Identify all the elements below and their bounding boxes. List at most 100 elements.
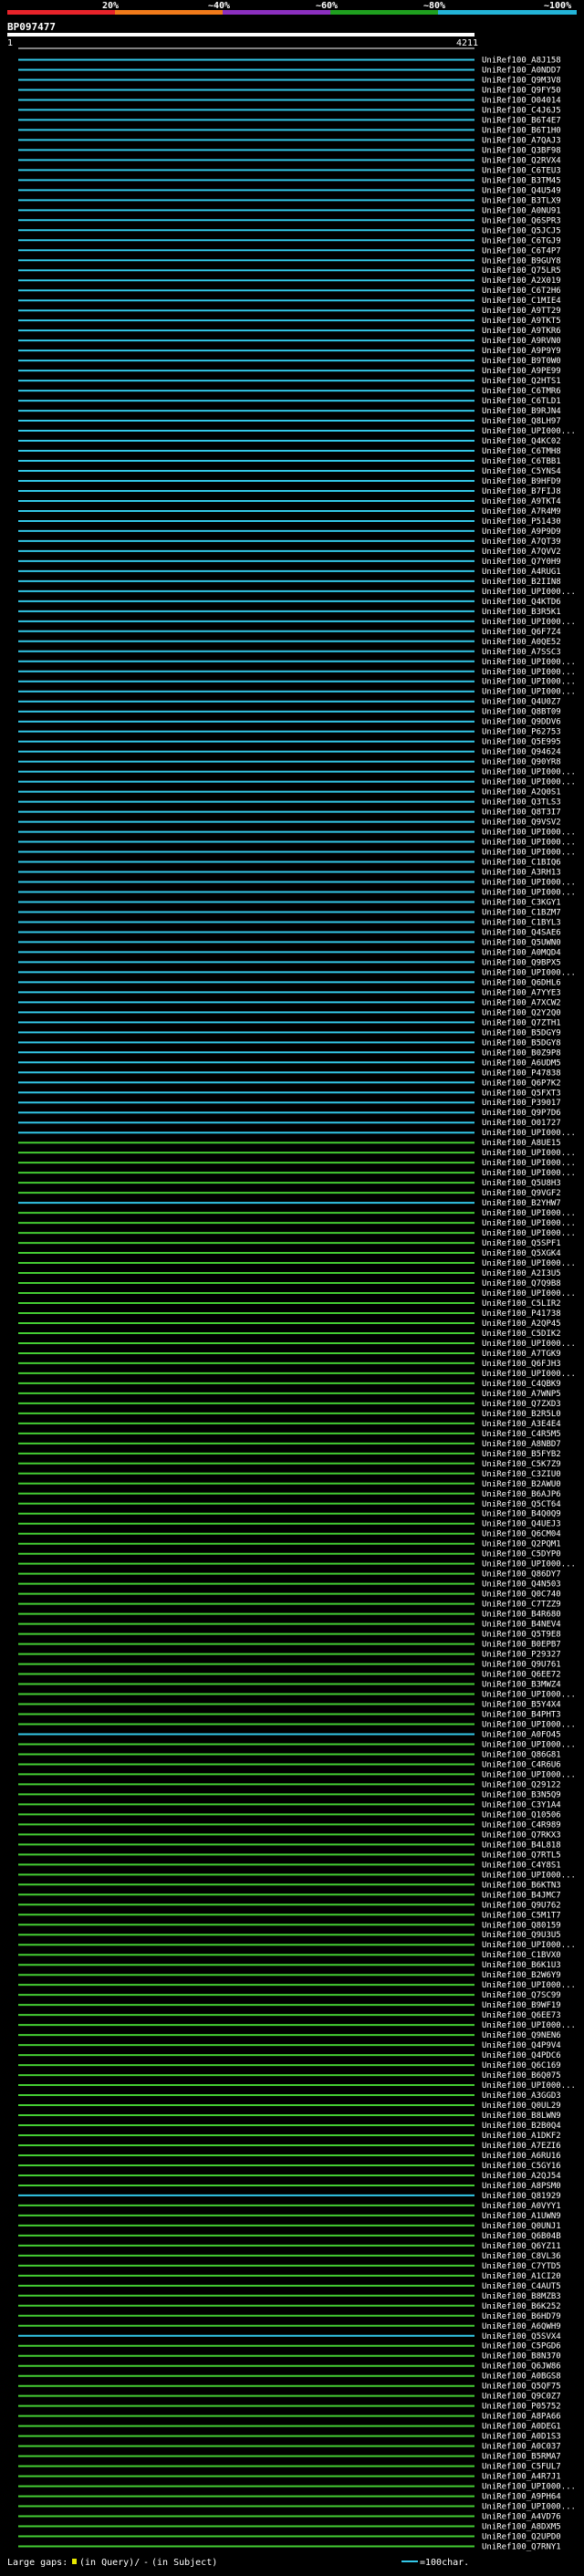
hit-label[interactable]: UniRef100_Q9NEN6	[482, 2031, 561, 2040]
hit-label[interactable]: UniRef100_Q7RNY1	[482, 2543, 561, 2552]
hit-label[interactable]: UniRef100_Q2Y2Q0	[482, 1008, 561, 1017]
hit-label[interactable]: UniRef100_A1CI20	[482, 2272, 561, 2281]
hit-label[interactable]: UniRef100_A2I3U5	[482, 1269, 561, 1278]
hit-label[interactable]: UniRef100_Q9BPX5	[482, 958, 561, 967]
hit-label[interactable]: UniRef100_A9PE99	[482, 367, 561, 376]
hit-label[interactable]: UniRef100_UPI000...	[482, 1770, 576, 1779]
hit-label[interactable]: UniRef100_P29327	[482, 1651, 561, 1660]
hit-label[interactable]: UniRef100_C5FUL7	[482, 2463, 561, 2472]
hit-label[interactable]: UniRef100_B9T0W0	[482, 357, 561, 366]
hit-label[interactable]: UniRef100_Q2UPD0	[482, 2533, 561, 2542]
hit-label[interactable]: UniRef100_Q8LH97	[482, 417, 561, 426]
hit-label[interactable]: UniRef100_A0D1S3	[482, 2433, 561, 2442]
hit-label[interactable]: UniRef100_UPI000...	[482, 849, 576, 858]
hit-label[interactable]: UniRef100_UPI000...	[482, 1259, 576, 1268]
hit-label[interactable]: UniRef100_Q9M3V8	[482, 76, 561, 85]
hit-label[interactable]: UniRef100_B3N5Q9	[482, 1790, 561, 1799]
hit-label[interactable]: UniRef100_A3E4E4	[482, 1420, 561, 1429]
hit-label[interactable]: UniRef100_A3GGD3	[482, 2091, 561, 2101]
hit-label[interactable]: UniRef100_C5DYP0	[482, 1550, 561, 1559]
hit-label[interactable]: UniRef100_B5FYB2	[482, 1450, 561, 1459]
hit-label[interactable]: UniRef100_C6TMH8	[482, 447, 561, 456]
hit-label[interactable]: UniRef100_B5Y4X4	[482, 1701, 561, 1710]
hit-label[interactable]: UniRef100_A1UWN9	[482, 2212, 561, 2221]
hit-label[interactable]: UniRef100_UPI000...	[482, 618, 576, 627]
hit-label[interactable]: UniRef100_A7QT39	[482, 537, 561, 547]
hit-label[interactable]: UniRef100_B2YHW7	[482, 1199, 561, 1208]
hit-label[interactable]: UniRef100_C6TEU3	[482, 166, 561, 175]
hit-label[interactable]: UniRef100_A7QAJ3	[482, 136, 561, 145]
hit-label[interactable]: UniRef100_UPI000...	[482, 888, 576, 897]
hit-label[interactable]: UniRef100_B0Z9P8	[482, 1048, 561, 1058]
hit-label[interactable]: UniRef100_A2QJ54	[482, 2172, 561, 2181]
hit-label[interactable]: UniRef100_Q2RVX4	[482, 156, 561, 165]
hit-label[interactable]: UniRef100_A3RH13	[482, 869, 561, 878]
hit-label[interactable]: UniRef100_Q6P7K2	[482, 1079, 561, 1088]
hit-label[interactable]: UniRef100_A1DKF2	[482, 2132, 561, 2141]
hit-label[interactable]: UniRef100_Q4PDC6	[482, 2051, 561, 2060]
hit-label[interactable]: UniRef100_B9GUY8	[482, 256, 561, 266]
hit-label[interactable]: UniRef100_Q86DY7	[482, 1570, 561, 1580]
hit-label[interactable]: UniRef100_A0C037	[482, 2443, 561, 2452]
hit-label[interactable]: UniRef100_UPI000...	[482, 688, 576, 697]
hit-label[interactable]: UniRef100_B2B0Q4	[482, 2122, 561, 2131]
hit-label[interactable]: UniRef100_Q9U3U5	[482, 1931, 561, 1940]
hit-label[interactable]: UniRef100_UPI000...	[482, 2081, 576, 2091]
hit-label[interactable]: UniRef100_C5LIR2	[482, 1299, 561, 1309]
hit-label[interactable]: UniRef100_P62753	[482, 728, 561, 737]
hit-label[interactable]: UniRef100_C1BIQ6	[482, 859, 561, 868]
hit-label[interactable]: UniRef100_C6TGJ9	[482, 236, 561, 245]
hit-label[interactable]: UniRef100_C5YNS4	[482, 467, 561, 476]
hit-label[interactable]: UniRef100_A8DXM5	[482, 2523, 561, 2532]
hit-label[interactable]: UniRef100_B3TLX9	[482, 196, 561, 205]
hit-label[interactable]: UniRef100_Q3BF98	[482, 146, 561, 155]
hit-label[interactable]: UniRef100_Q5E995	[482, 738, 561, 747]
hit-label[interactable]: UniRef100_A6UDM5	[482, 1059, 561, 1068]
hit-label[interactable]: UniRef100_A4R7J1	[482, 2473, 561, 2482]
hit-label[interactable]: UniRef100_B5RMA7	[482, 2453, 561, 2462]
hit-label[interactable]: UniRef100_UPI000...	[482, 778, 576, 787]
hit-label[interactable]: UniRef100_B2AWU0	[482, 1480, 561, 1489]
hit-label[interactable]: UniRef100_Q29122	[482, 1780, 561, 1789]
hit-label[interactable]: UniRef100_UPI000...	[482, 1219, 576, 1228]
hit-label[interactable]: UniRef100_A8PSM0	[482, 2182, 561, 2191]
hit-label[interactable]: UniRef100_C5DIK2	[482, 1330, 561, 1339]
hit-label[interactable]: UniRef100_C5PGD6	[482, 2342, 561, 2352]
hit-label[interactable]: UniRef100_UPI000...	[482, 668, 576, 677]
hit-label[interactable]: UniRef100_A8J158	[482, 56, 561, 65]
hit-label[interactable]: UniRef100_B6K252	[482, 2302, 561, 2311]
hit-label[interactable]: UniRef100_Q9U761	[482, 1661, 561, 1670]
hit-label[interactable]: UniRef100_Q3TLS3	[482, 798, 561, 808]
hit-label[interactable]: UniRef100_Q10506	[482, 1810, 561, 1820]
hit-label[interactable]: UniRef100_Q6C169	[482, 2061, 561, 2070]
hit-label[interactable]: UniRef100_A9P9D9	[482, 527, 561, 537]
hit-label[interactable]: UniRef100_B9HFD9	[482, 477, 561, 486]
hit-label[interactable]: UniRef100_Q4N503	[482, 1580, 561, 1590]
hit-label[interactable]: UniRef100_UPI000...	[482, 1740, 576, 1749]
hit-label[interactable]: UniRef100_UPI000...	[482, 588, 576, 597]
hit-label[interactable]: UniRef100_B9RJN4	[482, 407, 561, 416]
hit-label[interactable]: UniRef100_P39017	[482, 1099, 561, 1108]
hit-label[interactable]: UniRef100_A7QVV2	[482, 548, 561, 557]
hit-label[interactable]: UniRef100_B8N370	[482, 2352, 561, 2362]
hit-label[interactable]: UniRef100_UPI000...	[482, 678, 576, 687]
hit-label[interactable]: UniRef100_UPI000...	[482, 1129, 576, 1138]
hit-label[interactable]: UniRef100_Q6B04B	[482, 2232, 561, 2241]
hit-label[interactable]: UniRef100_B6AJP6	[482, 1490, 561, 1499]
hit-label[interactable]: UniRef100_A7YYE3	[482, 988, 561, 997]
hit-label[interactable]: UniRef100_B4NEV4	[482, 1621, 561, 1630]
hit-label[interactable]: UniRef100_Q6JW86	[482, 2362, 561, 2372]
hit-label[interactable]: UniRef100_Q8T3I7	[482, 808, 561, 818]
hit-label[interactable]: UniRef100_P51430	[482, 517, 561, 527]
hit-label[interactable]: UniRef100_C1BVX0	[482, 1951, 561, 1960]
hit-label[interactable]: UniRef100_B4R680	[482, 1611, 561, 1620]
hit-label[interactable]: UniRef100_A9TKR6	[482, 327, 561, 336]
hit-label[interactable]: UniRef100_A9TKT4	[482, 497, 561, 506]
hit-label[interactable]: UniRef100_UPI000...	[482, 1149, 576, 1158]
hit-label[interactable]: UniRef100_UPI000...	[482, 2483, 576, 2492]
hit-label[interactable]: UniRef100_A0NU91	[482, 206, 561, 215]
hit-label[interactable]: UniRef100_B6KTN3	[482, 1881, 561, 1890]
hit-label[interactable]: UniRef100_A0NDD7	[482, 66, 561, 75]
hit-label[interactable]: UniRef100_UPI000...	[482, 1340, 576, 1349]
hit-label[interactable]: UniRef100_A6QWH9	[482, 2322, 561, 2331]
